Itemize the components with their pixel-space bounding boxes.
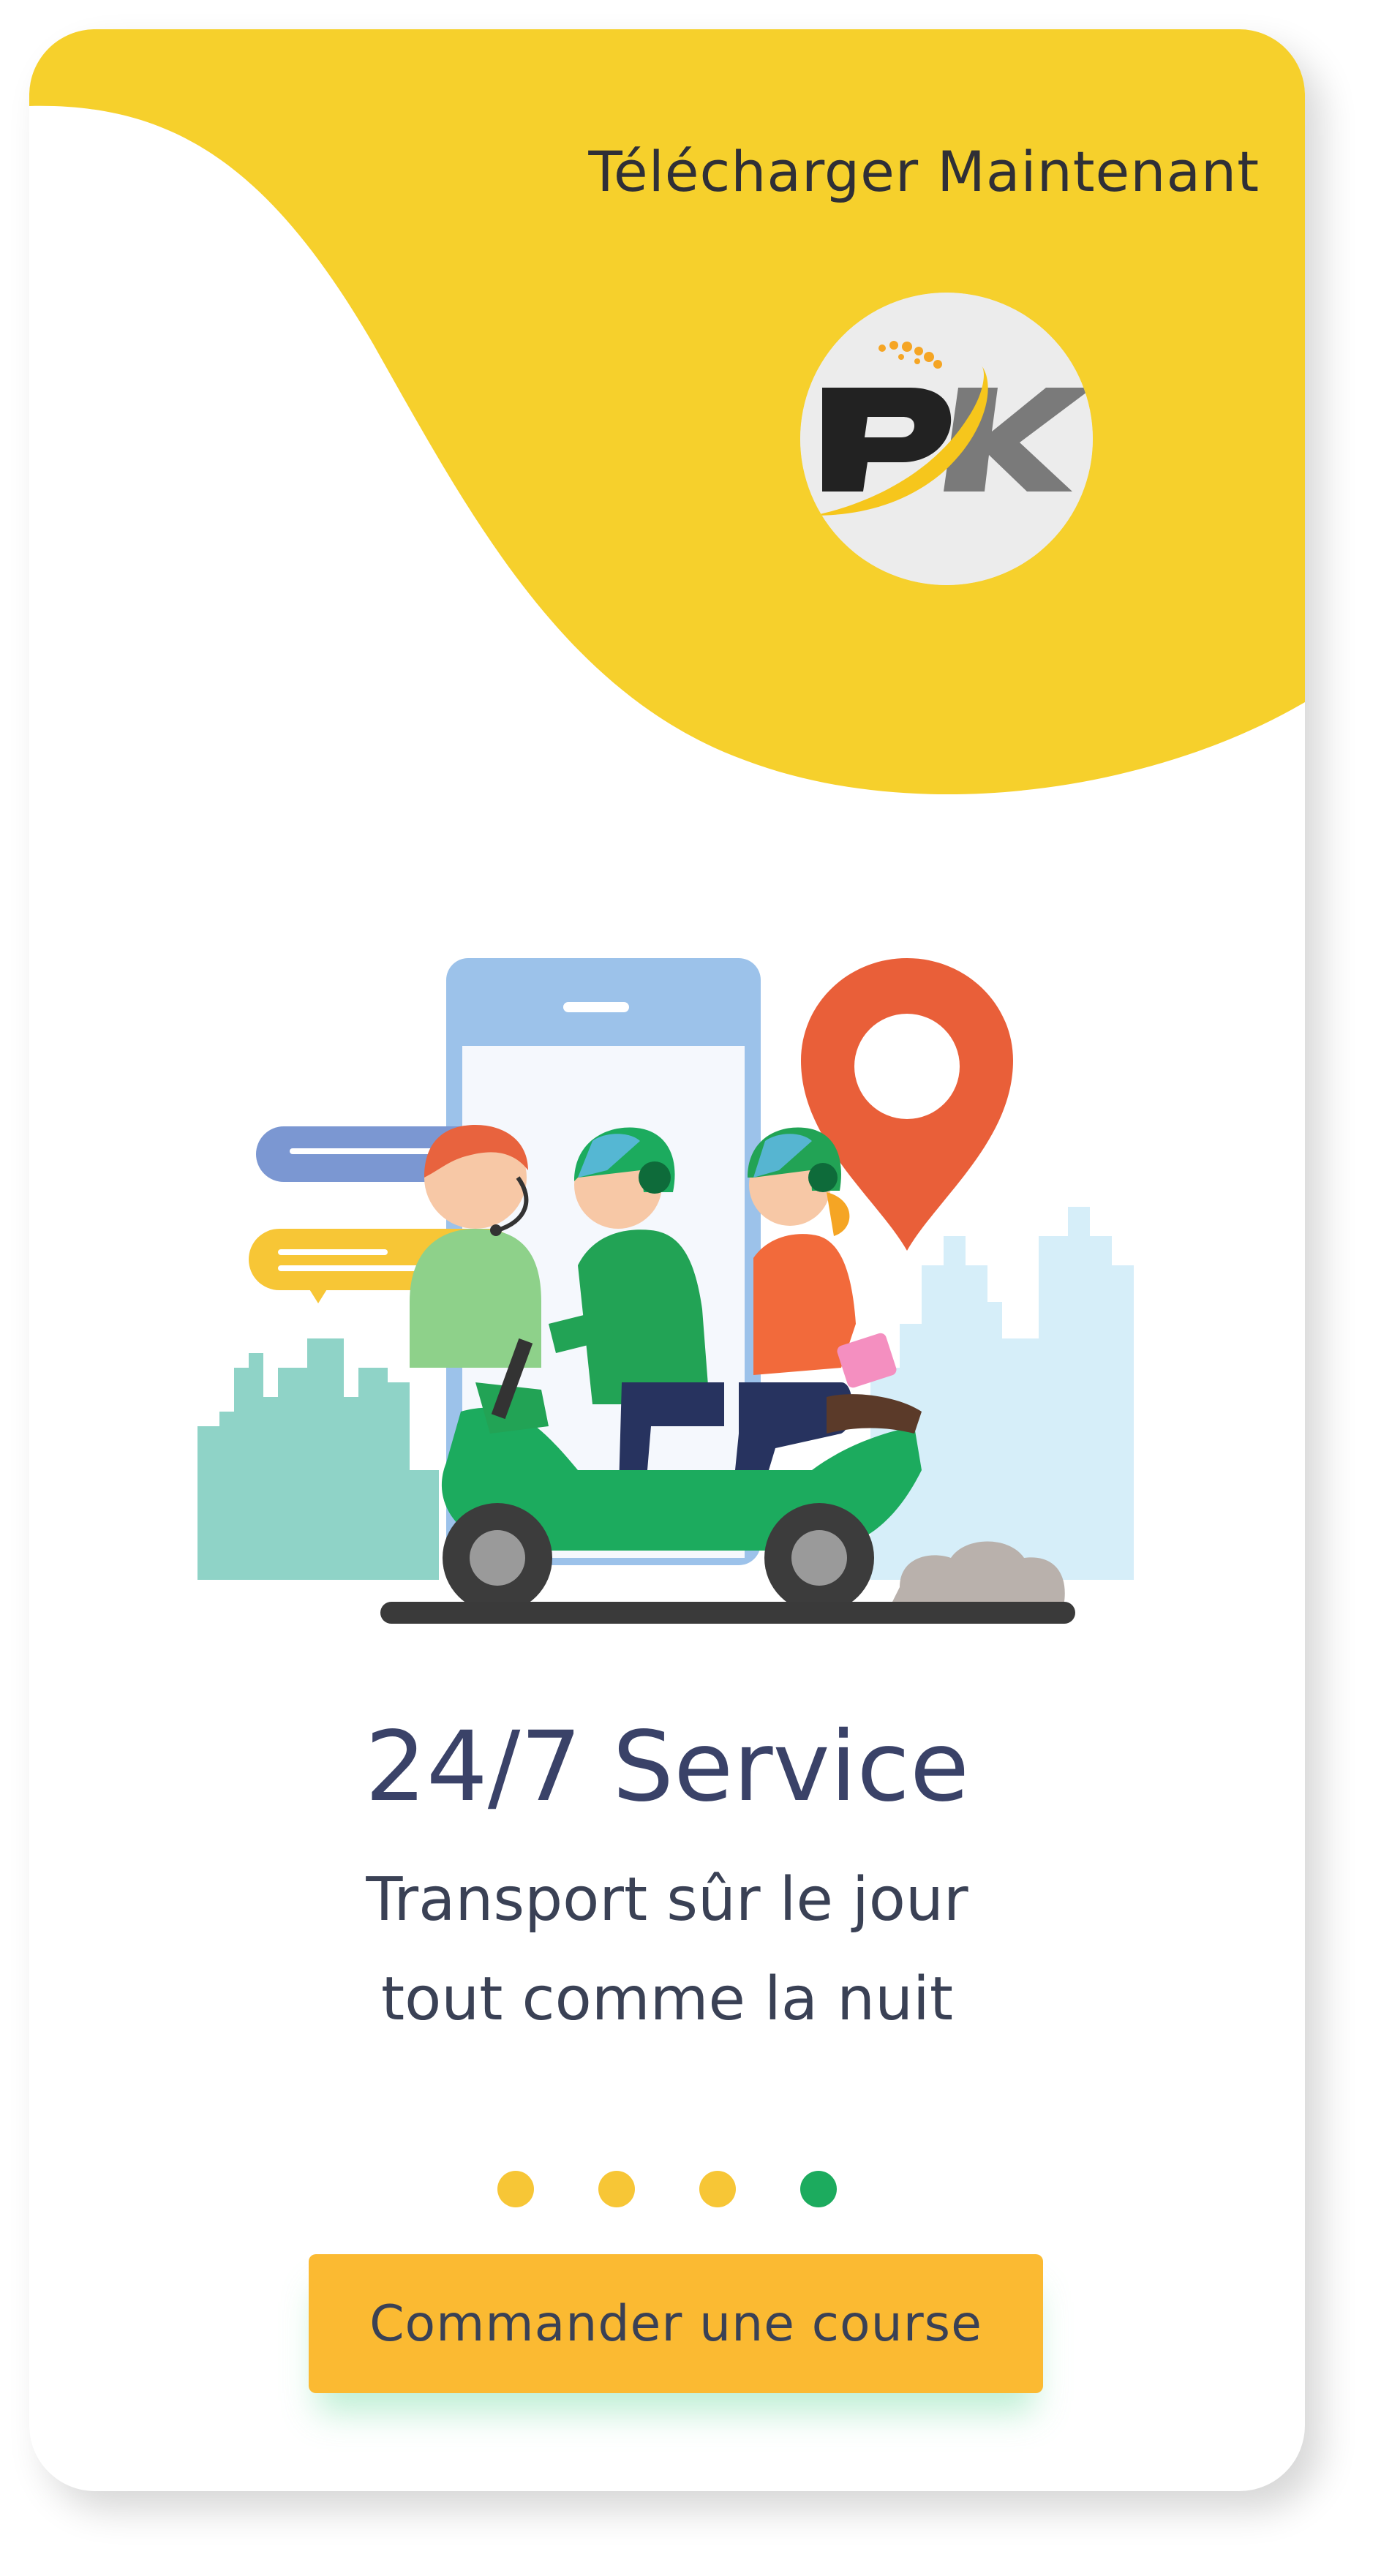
slide-title: 24/7 Service — [364, 1711, 970, 1823]
pk-logo-icon — [800, 293, 1093, 585]
scooter-delivery-illustration — [197, 958, 1134, 1624]
slide-subtitle-line-1: Transport sûr le jour — [366, 1865, 968, 1935]
pagination-dot-3[interactable] — [699, 2171, 736, 2207]
order-ride-button[interactable]: Commander une course — [309, 2254, 1043, 2393]
pagination-dot-1[interactable] — [497, 2171, 534, 2207]
page: Télécharger Maintenant 24/7 Service Tran… — [0, 0, 1381, 2576]
slide-subtitle-line-2: tout comme la nuit — [380, 1965, 953, 2034]
slide-subtitle: Transport sûr le jour tout comme la nuit — [29, 1850, 1305, 2049]
download-now-link[interactable]: Télécharger Maintenant — [588, 139, 1260, 204]
pagination-dot-4-active[interactable] — [800, 2171, 837, 2207]
pagination-dot-2[interactable] — [598, 2171, 635, 2207]
pagination-dots — [29, 2171, 1305, 2207]
onboarding-card: Télécharger Maintenant 24/7 Service Tran… — [29, 29, 1305, 2491]
